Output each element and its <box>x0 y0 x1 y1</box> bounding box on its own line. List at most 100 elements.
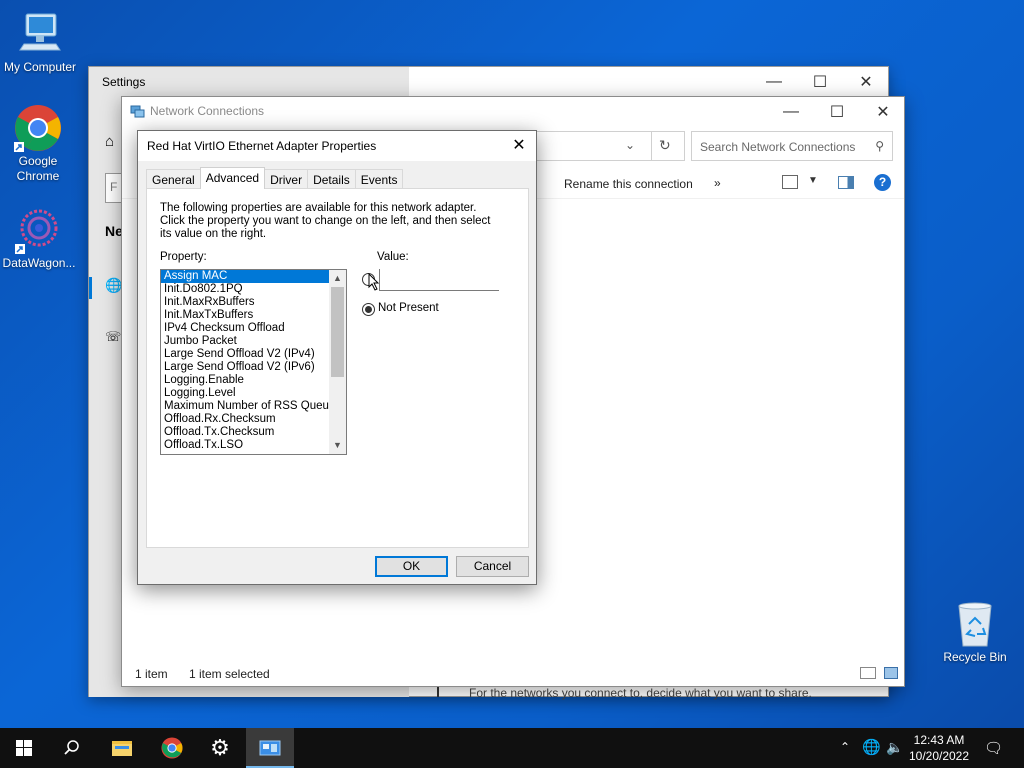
computer-icon <box>16 10 64 58</box>
network-window-icon <box>259 740 281 756</box>
address-bar[interactable]: ⌄ ↻ <box>527 131 685 161</box>
list-item[interactable]: Large Send Offload V2 (IPv6) <box>161 361 346 374</box>
chevron-down-icon[interactable]: ⌄ <box>625 138 635 152</box>
clock-date: 10/20/2022 <box>908 749 970 763</box>
search-network-input[interactable]: Search Network Connections ⚲ <box>691 131 893 161</box>
close-button[interactable]: ✕ <box>860 97 906 127</box>
tab-strip: General Advanced Driver Details Events <box>146 167 404 189</box>
chrome-icon <box>161 737 183 759</box>
list-item[interactable]: Assign MAC <box>161 270 346 283</box>
tab-general[interactable]: General <box>146 169 201 189</box>
dialup-icon[interactable]: ☏ <box>105 329 121 345</box>
selected-indicator <box>89 277 92 299</box>
network-status-icon[interactable]: 🌐 <box>862 738 881 756</box>
nc-title: Network Connections <box>150 104 265 118</box>
value-label: Value: <box>377 251 409 263</box>
scroll-down-icon[interactable]: ▼ <box>329 437 346 454</box>
list-item[interactable]: Maximum Number of RSS Queues <box>161 400 346 413</box>
list-item[interactable]: Large Send Offload V2 (IPv4) <box>161 348 346 361</box>
network-connections-icon <box>130 104 145 119</box>
search-icon <box>64 740 79 755</box>
minimize-button[interactable]: — <box>768 97 814 127</box>
volume-icon[interactable]: 🔈 <box>886 739 903 756</box>
more-commands-button[interactable]: » <box>714 176 721 190</box>
desktop-icon-label: Recycle Bin <box>943 650 1007 664</box>
listbox-scrollbar[interactable]: ▲ ▼ <box>329 270 346 454</box>
list-item[interactable]: Offload.Tx.Checksum <box>161 426 346 439</box>
help-icon[interactable]: ? <box>874 174 891 191</box>
list-item[interactable]: Jumbo Packet <box>161 335 346 348</box>
taskbar: ⚙ ⌃ 🌐 🔈 12:43 AM 10/20/2022 🗨 <box>0 728 1024 768</box>
rename-connection-button[interactable]: Rename this connection <box>564 177 693 191</box>
large-icons-view-icon[interactable] <box>884 667 898 679</box>
gear-icon: ⚙ <box>210 735 230 760</box>
preview-pane-icon[interactable] <box>838 176 854 189</box>
clock[interactable]: 12:43 AM 10/20/2022 <box>904 732 974 764</box>
advanced-panel: The following properties are available f… <box>146 188 529 548</box>
ok-button[interactable]: OK <box>375 556 448 577</box>
start-button[interactable] <box>0 728 48 768</box>
maximize-button[interactable]: ☐ <box>797 67 843 97</box>
dialog-titlebar: Red Hat VirtIO Ethernet Adapter Properti… <box>138 131 536 161</box>
desktop-icon-chrome[interactable]: Google Chrome <box>0 104 78 184</box>
chrome-icon <box>14 104 62 152</box>
list-item[interactable]: Offload.Rx.Checksum <box>161 413 346 426</box>
tab-advanced[interactable]: Advanced <box>199 167 266 189</box>
settings-title: Settings <box>102 75 146 89</box>
scroll-thumb[interactable] <box>331 287 344 377</box>
divider <box>651 132 652 160</box>
dialog-title: Red Hat VirtIO Ethernet Adapter Properti… <box>147 139 377 153</box>
cancel-button[interactable]: Cancel <box>456 556 529 577</box>
file-explorer-button[interactable] <box>98 728 146 768</box>
list-item[interactable]: Offload.Tx.LSO <box>161 439 346 452</box>
chevron-up-icon[interactable]: ⌃ <box>840 740 850 754</box>
close-button[interactable]: ✕ <box>843 67 889 97</box>
clock-time: 12:43 AM <box>913 733 965 747</box>
sharing-text: For the networks you connect to, decide … <box>469 686 812 700</box>
tab-events[interactable]: Events <box>354 169 404 189</box>
desktop-icon-datawagon[interactable]: DataWagon... <box>0 206 79 271</box>
home-icon[interactable]: ⌂ <box>105 133 114 150</box>
desktop-icon-my-computer[interactable]: My Computer <box>0 10 80 75</box>
refresh-icon[interactable]: ↻ <box>659 137 671 154</box>
minimize-button[interactable]: — <box>751 67 797 97</box>
change-view-icon[interactable] <box>782 175 798 189</box>
list-item[interactable]: Init.Do802.1PQ <box>161 283 346 296</box>
globe-icon[interactable]: 🌐 <box>105 277 122 294</box>
tab-driver[interactable]: Driver <box>264 169 309 189</box>
desktop-icon-recycle-bin[interactable]: Recycle Bin <box>935 600 1015 665</box>
list-item[interactable]: Init.MaxRxBuffers <box>161 296 346 309</box>
desktop-icon-label: My Computer <box>3 60 77 74</box>
not-present-radio[interactable] <box>362 303 375 316</box>
windows-icon <box>16 740 32 756</box>
settings-button[interactable]: ⚙ <box>196 728 244 768</box>
not-present-label: Not Present <box>378 302 439 314</box>
status-bar: 1 item 1 item selected <box>122 664 904 686</box>
list-item[interactable]: Logging.Level <box>161 387 346 400</box>
settings-titlebar: Settings <box>89 67 409 99</box>
property-listbox[interactable]: Assign MAC Init.Do802.1PQ Init.MaxRxBuff… <box>160 269 347 455</box>
tab-details[interactable]: Details <box>307 169 356 189</box>
details-view-icon[interactable] <box>860 667 876 679</box>
recycle-bin-icon <box>951 600 999 648</box>
maximize-button[interactable]: ☐ <box>814 97 860 127</box>
notification-icon[interactable]: 🗨 <box>984 739 1003 757</box>
chrome-button[interactable] <box>148 728 196 768</box>
chevron-down-icon[interactable]: ▼ <box>808 175 818 186</box>
list-item[interactable]: Init.MaxTxBuffers <box>161 309 346 322</box>
close-icon[interactable]: ✕ <box>508 135 530 157</box>
search-button[interactable] <box>48 728 96 768</box>
list-item[interactable]: Logging.Enable <box>161 374 346 387</box>
search-icon: ⚲ <box>875 139 884 153</box>
desktop-icon-label: Google Chrome <box>16 154 60 183</box>
list-item[interactable]: IPv4 Checksum Offload <box>161 322 346 335</box>
network-connections-taskbar-button[interactable] <box>246 728 294 768</box>
adapter-properties-dialog: Red Hat VirtIO Ethernet Adapter Properti… <box>137 130 537 585</box>
desktop-icon-label: DataWagon... <box>2 256 76 270</box>
datawagon-icon <box>15 206 63 254</box>
scroll-up-icon[interactable]: ▲ <box>329 270 346 287</box>
nc-titlebar: Network Connections — ☐ ✕ <box>122 97 904 127</box>
property-label: Property: <box>160 251 207 263</box>
folder-icon <box>112 741 132 756</box>
value-input[interactable] <box>379 269 499 291</box>
